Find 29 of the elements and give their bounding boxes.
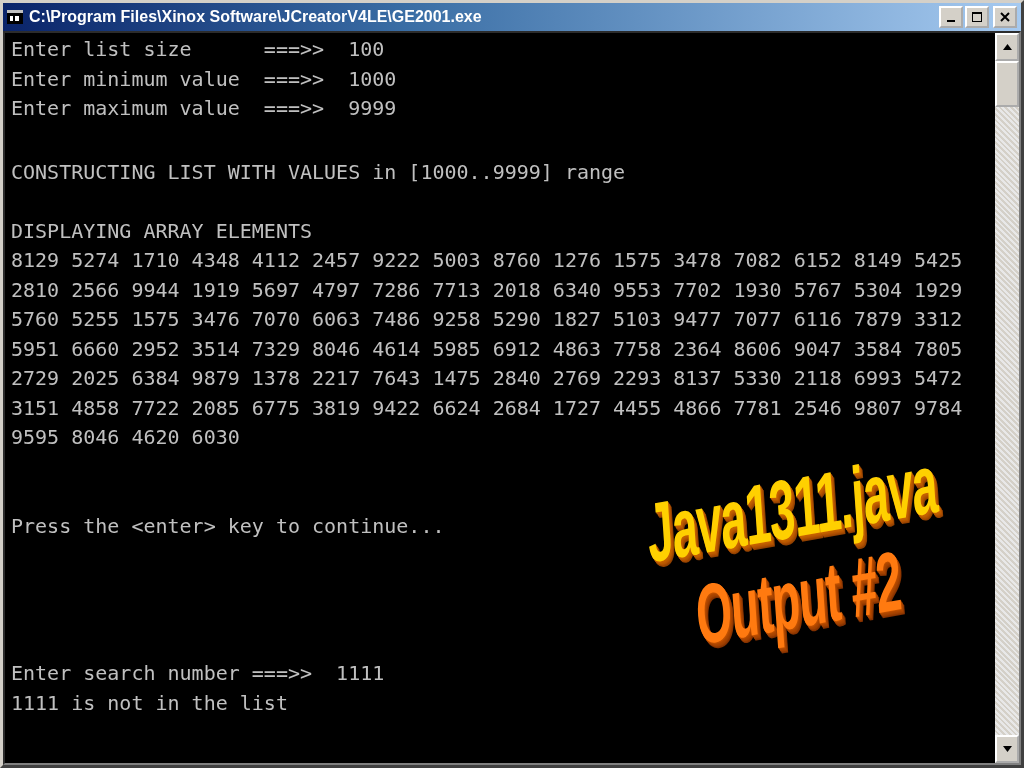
scroll-up-button[interactable]	[995, 33, 1019, 61]
console-line: 8129 5274 1710 4348 4112 2457 9222 5003 8760 1276 1575 3478 7082 6152 8149 5425	[11, 247, 963, 274]
close-icon	[1000, 12, 1010, 22]
minimize-button[interactable]	[939, 6, 963, 28]
up-arrow-icon	[1002, 44, 1012, 50]
console-line: 3151 4858 7722 2085 6775 3819 9422 6624 2684 1727 4455 4866 7781 2546 9807 9784	[11, 394, 963, 422]
console-line: Press the <enter> key to continue...	[11, 512, 445, 540]
scroll-down-button[interactable]	[995, 735, 1019, 763]
console-line: 9595 8046 4620 6030	[11, 424, 240, 451]
console-line: Enter maximum value ===>> 9999	[11, 95, 397, 122]
console-line: Enter list size ===>> 100	[11, 36, 385, 63]
console-line: Enter minimum value ===>> 1000	[11, 65, 397, 93]
console-line: 2729 2025 6384 9879 1378 2217 7643 1475 2840 2769 2293 8137 5330 2118 6993 5472	[11, 365, 963, 392]
scroll-thumb[interactable]	[995, 61, 1019, 107]
console-icon	[7, 10, 23, 24]
console-line: CONSTRUCTING LIST WITH VALUES in [1000..9999] range	[11, 158, 626, 186]
console-line: Enter search number ===>> 1111	[11, 660, 385, 687]
console-line: DISPLAYING ARRAY ELEMENTS	[11, 217, 313, 245]
maximize-icon	[972, 12, 982, 22]
console-line: 5760 5255 1575 3476 7070 6063 7486 9258 5290 1827 5103 9477 7077 6116 7879 3312	[11, 306, 963, 333]
scrollbar[interactable]	[995, 33, 1019, 763]
console-line: 5951 6660 2952 3514 7329 8046 4614 5985 6912 4863 7758 2364 8606 9047 3584 7805	[11, 335, 963, 363]
minimize-icon	[947, 20, 955, 22]
maximize-button[interactable]	[965, 6, 989, 28]
window-title: C:\Program Files\Xinox Software\JCreatorV4LE\GE2001.exe	[29, 8, 483, 26]
console-line: 1111 is not in the list	[11, 689, 288, 717]
console-line: 2810 2566 9944 1919 5697 4797 7286 7713 2018 6340 9553 7702 1930 5767 5304 1929	[11, 276, 963, 304]
down-arrow-icon	[1002, 746, 1012, 752]
close-button[interactable]	[993, 6, 1017, 28]
